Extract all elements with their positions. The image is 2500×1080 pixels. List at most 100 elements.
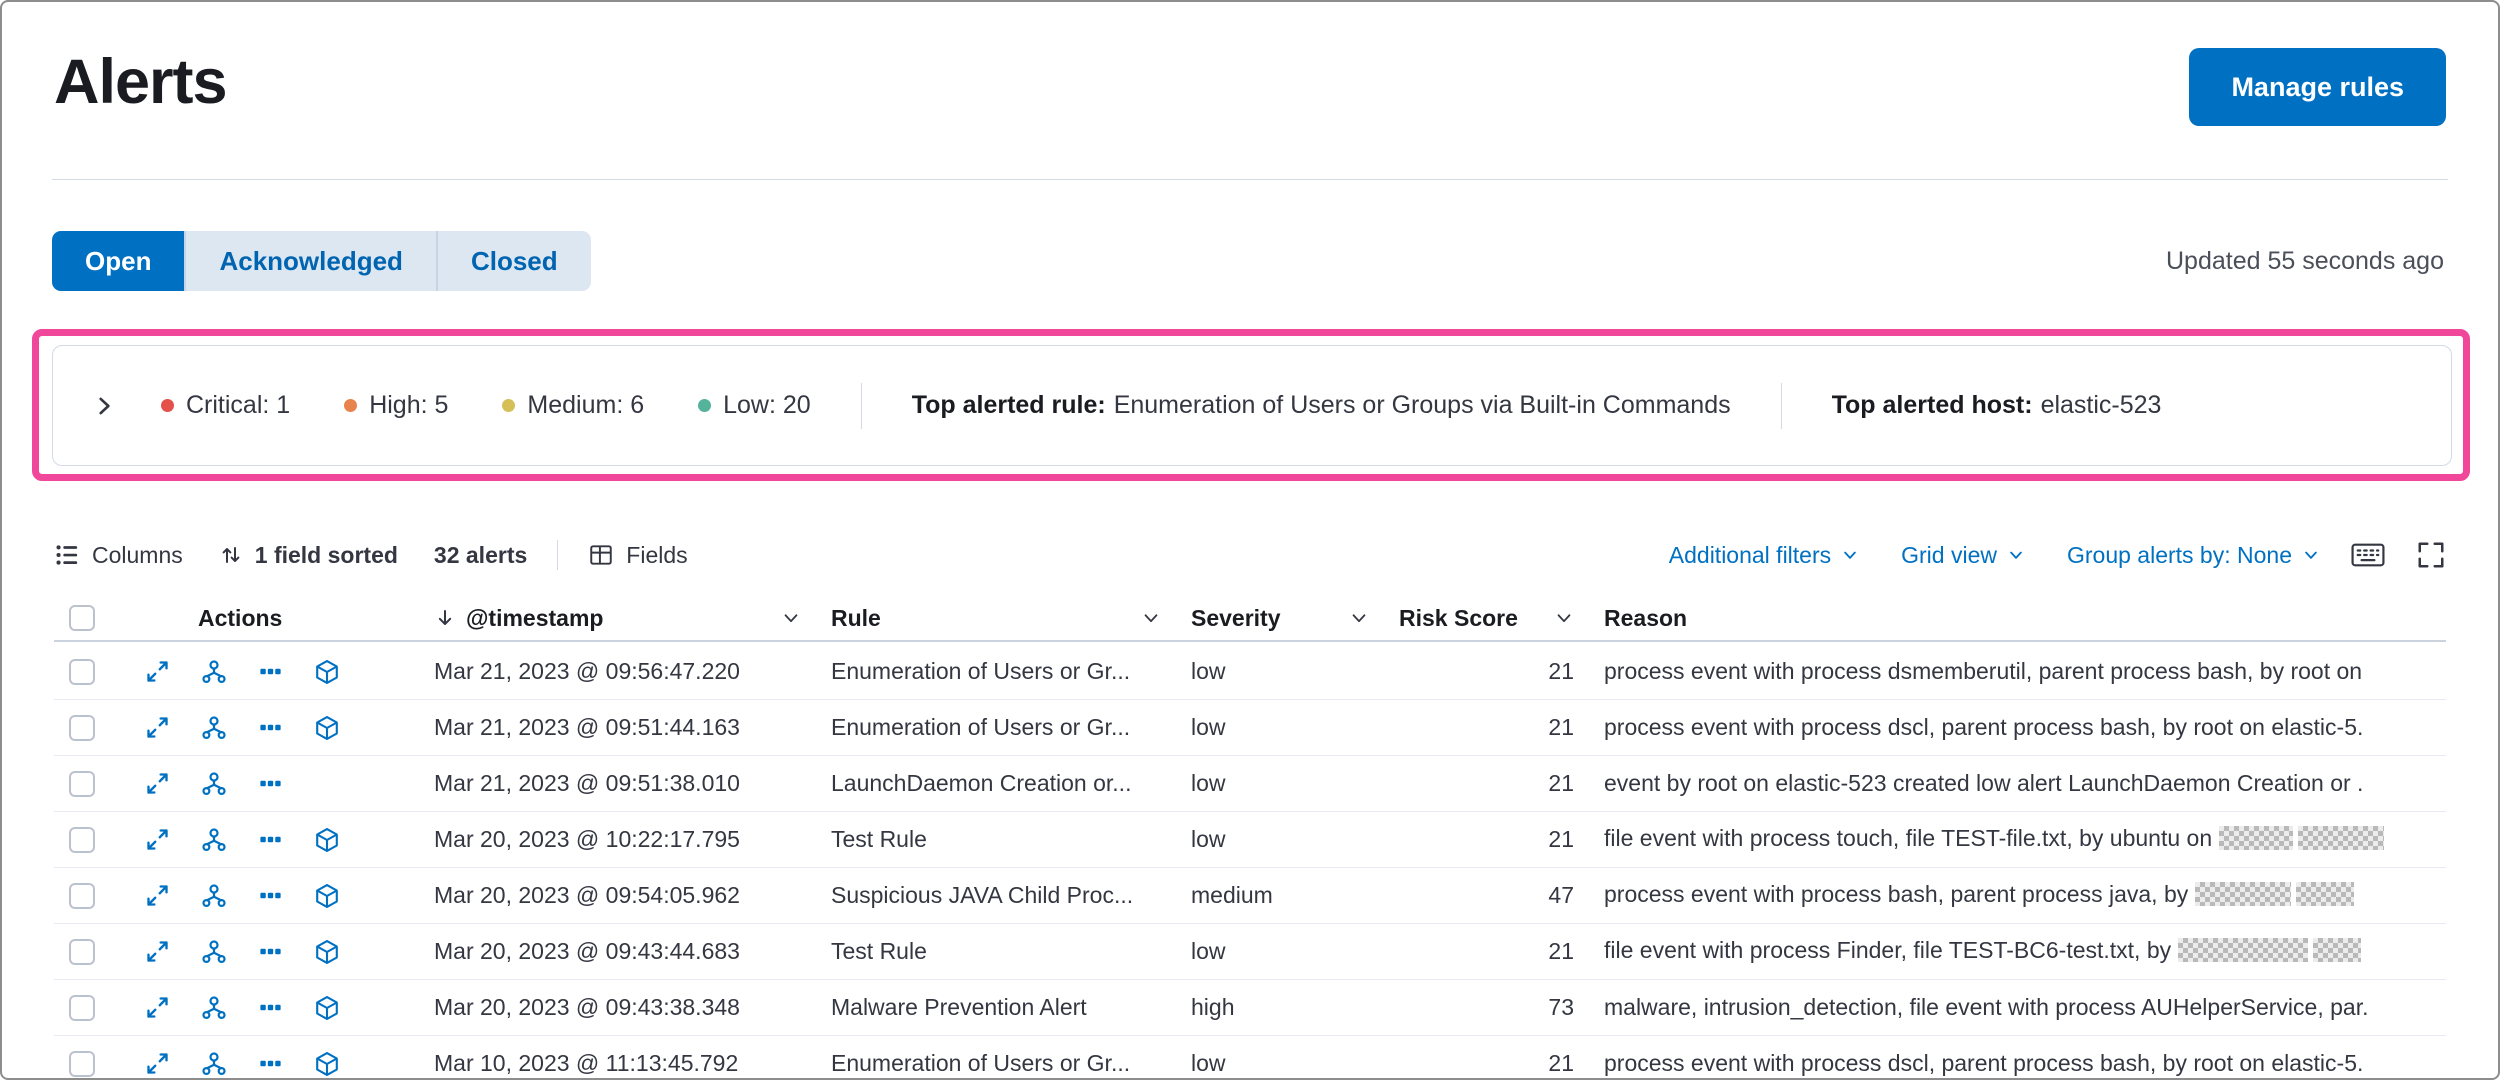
risk-score-cell: 21 — [1548, 658, 1574, 684]
column-header-severity[interactable]: Severity — [1191, 596, 1399, 640]
tab-open[interactable]: Open — [52, 231, 185, 291]
more-actions-icon — [257, 658, 284, 685]
rule-header-label: Rule — [831, 604, 881, 631]
analyze-event-button[interactable] — [200, 770, 228, 798]
analyze-event-button[interactable] — [200, 1050, 228, 1078]
row-checkbox[interactable] — [69, 770, 95, 797]
analyze-event-button[interactable] — [200, 714, 228, 742]
analyze-event-icon — [200, 938, 228, 966]
more-actions-button[interactable] — [257, 770, 284, 797]
session-view-button[interactable] — [313, 938, 341, 966]
alerts-table-body: Mar 21, 2023 @ 09:56:47.220 Enumeration … — [54, 644, 2446, 1078]
row-actions — [116, 658, 434, 686]
grid-view-dropdown[interactable]: Grid view — [1901, 542, 2025, 569]
column-header-risk-score[interactable]: Risk Score — [1399, 596, 1604, 640]
top-alerted-rule-value: Enumeration of Users or Groups via Built… — [1113, 391, 1731, 419]
expand-alert-button[interactable] — [144, 658, 171, 685]
analyze-event-button[interactable] — [200, 938, 228, 966]
row-checkbox[interactable] — [69, 994, 95, 1021]
row-checkbox[interactable] — [69, 938, 95, 965]
timestamp-cell: Mar 20, 2023 @ 09:54:05.962 — [434, 882, 740, 908]
additional-filters-dropdown[interactable]: Additional filters — [1669, 542, 1859, 569]
tab-acknowledged[interactable]: Acknowledged — [184, 231, 436, 291]
more-actions-icon — [257, 826, 284, 853]
fields-button[interactable]: Fields — [588, 542, 688, 569]
more-actions-button[interactable] — [257, 882, 284, 909]
severity-dot-icon — [698, 399, 712, 412]
expand-alert-button[interactable] — [144, 882, 171, 909]
analyze-event-button[interactable] — [200, 994, 228, 1022]
table-row: Mar 20, 2023 @ 10:22:17.795 Test Rule lo… — [54, 812, 2446, 868]
more-actions-button[interactable] — [257, 938, 284, 965]
select-all-checkbox[interactable] — [69, 605, 95, 631]
sorted-label: 1 field sorted — [254, 541, 398, 568]
expand-icon — [144, 994, 171, 1021]
columns-button[interactable]: Columns — [54, 542, 183, 569]
chevron-down-icon — [781, 608, 831, 628]
risk-score-cell: 21 — [1548, 770, 1574, 796]
rule-cell: Malware Prevention Alert — [831, 994, 1087, 1020]
page-title: Alerts — [54, 47, 228, 117]
toolbar-divider — [557, 540, 559, 570]
risk-score-cell: 21 — [1548, 826, 1574, 852]
analyze-event-button[interactable] — [200, 826, 228, 854]
keyboard-shortcuts-button[interactable] — [2350, 540, 2386, 570]
expand-icon — [144, 714, 171, 741]
expand-panel-button[interactable] — [87, 389, 121, 423]
row-checkbox[interactable] — [69, 826, 95, 853]
expand-alert-button[interactable] — [144, 938, 171, 965]
group-alerts-dropdown[interactable]: Group alerts by: None — [2067, 542, 2320, 569]
severity-count-critical: Critical: 1 — [161, 391, 290, 420]
more-actions-icon — [257, 714, 284, 741]
session-view-cube-icon — [313, 938, 341, 966]
redacted-text-block — [2312, 937, 2361, 962]
analyze-event-button[interactable] — [200, 658, 228, 686]
rule-cell: Enumeration of Users or Gr... — [831, 714, 1131, 740]
row-checkbox[interactable] — [69, 714, 95, 741]
row-checkbox[interactable] — [69, 1050, 95, 1077]
analyze-event-button[interactable] — [200, 882, 228, 910]
fullscreen-button[interactable] — [2416, 540, 2446, 570]
column-header-timestamp[interactable]: @timestamp — [434, 596, 831, 640]
risk-score-cell: 21 — [1548, 938, 1574, 964]
severity-cell: low — [1191, 938, 1226, 964]
analyze-event-icon — [200, 770, 228, 798]
timestamp-cell: Mar 20, 2023 @ 09:43:38.348 — [434, 994, 740, 1020]
session-view-button[interactable] — [313, 658, 341, 686]
manage-rules-button[interactable]: Manage rules — [2189, 48, 2446, 126]
table-row: Mar 20, 2023 @ 09:54:05.962 Suspicious J… — [54, 868, 2446, 924]
actions-header-label: Actions — [198, 604, 283, 631]
row-checkbox[interactable] — [69, 658, 95, 685]
severity-count-label: Low: 20 — [723, 391, 811, 419]
more-actions-button[interactable] — [257, 714, 284, 741]
expand-alert-button[interactable] — [144, 714, 171, 741]
severity-cell: low — [1191, 770, 1226, 796]
severity-cell: low — [1191, 714, 1226, 740]
analyze-event-icon — [200, 658, 228, 686]
rule-cell: Enumeration of Users or Gr... — [831, 1050, 1131, 1076]
session-view-button[interactable] — [313, 882, 341, 910]
expand-alert-button[interactable] — [144, 994, 171, 1021]
redacted-text-block — [2177, 937, 2308, 962]
more-actions-icon — [257, 994, 284, 1021]
more-actions-button[interactable] — [257, 826, 284, 853]
more-actions-button[interactable] — [257, 994, 284, 1021]
row-checkbox[interactable] — [69, 882, 95, 909]
expand-icon — [144, 658, 171, 685]
sort-fields-button[interactable]: 1 field sorted — [219, 542, 398, 569]
tab-closed[interactable]: Closed — [435, 231, 591, 291]
session-view-button[interactable] — [313, 994, 341, 1022]
session-view-button[interactable] — [313, 714, 341, 742]
session-view-button[interactable] — [313, 1050, 341, 1078]
expand-alert-button[interactable] — [144, 770, 171, 797]
chevron-down-icon — [2302, 546, 2320, 564]
toolbar-right: Additional filters Grid view Group alert… — [1669, 540, 2446, 570]
session-view-button[interactable] — [313, 826, 341, 854]
more-actions-button[interactable] — [257, 658, 284, 685]
toolbar-left: Columns 1 field sorted 32 alerts Fields — [54, 540, 688, 570]
more-actions-button[interactable] — [257, 1050, 284, 1077]
expand-alert-button[interactable] — [144, 1050, 171, 1077]
column-header-rule[interactable]: Rule — [831, 596, 1191, 640]
row-actions — [116, 826, 434, 854]
expand-alert-button[interactable] — [144, 826, 171, 853]
